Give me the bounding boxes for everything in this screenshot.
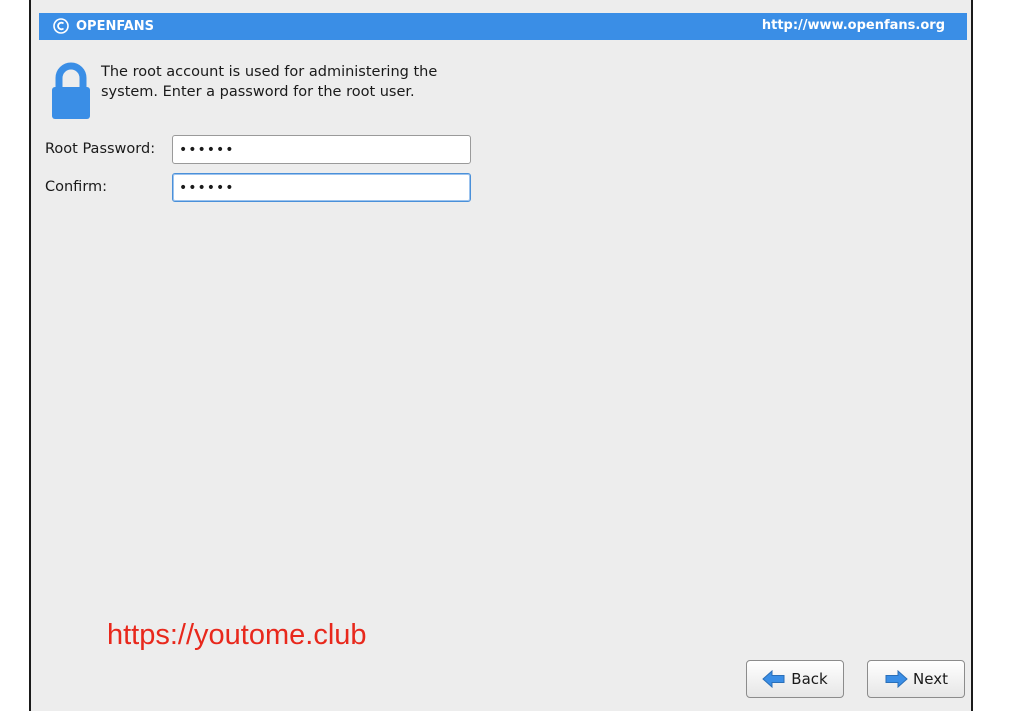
intro-text: The root account is used for administeri… [101,64,438,100]
brand: OPENFANS [53,18,154,34]
root-password-input[interactable] [172,135,471,164]
back-button[interactable]: Back [746,660,844,698]
root-password-label: Root Password: [45,141,156,157]
website-url: http://www.openfans.org [761,18,945,33]
header-banner: OPENFANS http://www.openfans.org [39,13,967,40]
brand-name: OPENFANS [76,18,155,34]
watermark-url: https://youtome.club [107,619,367,651]
openfans-logo-icon [53,18,69,34]
arrow-right-icon [884,669,908,689]
next-button-label: Next [913,670,948,688]
back-button-label: Back [791,670,828,688]
next-button[interactable]: Next [867,660,965,698]
arrow-left-icon [762,669,786,689]
confirm-label: Confirm: [45,179,108,195]
confirm-password-input[interactable] [172,173,471,202]
padlock-icon [51,62,91,120]
installer-window: OPENFANS http://www.openfans.org The roo… [29,0,973,711]
